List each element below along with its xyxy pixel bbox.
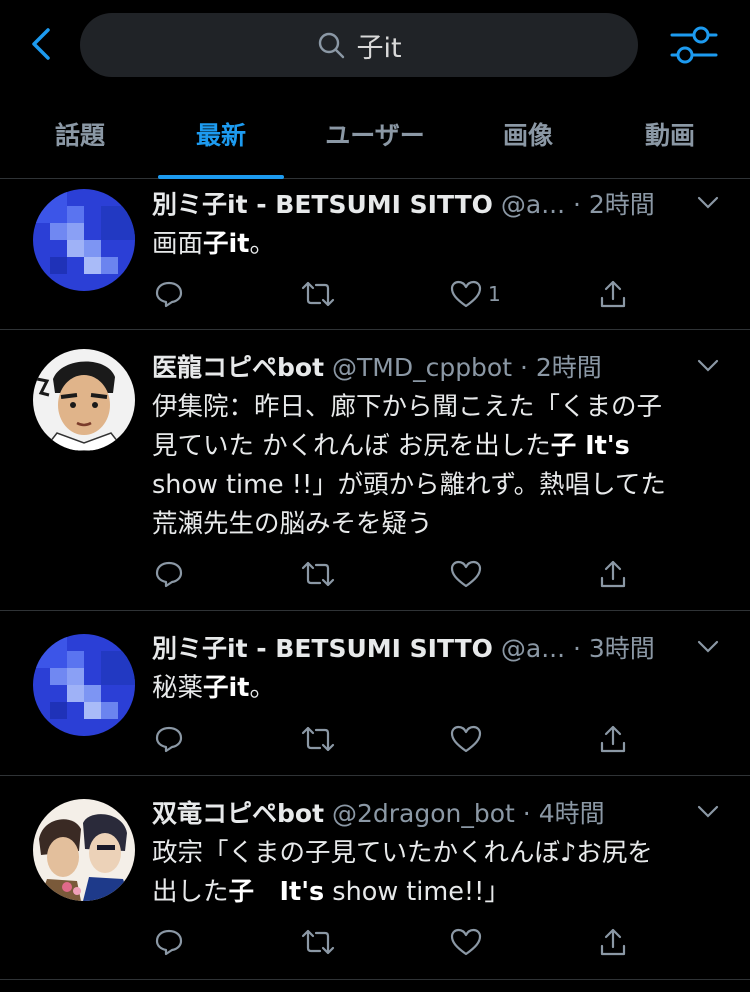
share-icon bbox=[600, 928, 626, 956]
heart-icon bbox=[450, 560, 482, 588]
retweet-button[interactable] bbox=[300, 922, 336, 962]
like-button[interactable] bbox=[450, 922, 482, 962]
user-handle: @a... bbox=[500, 190, 566, 219]
tweet-header: 医龍コピペbot @TMD_cppbot · 2時間 bbox=[152, 348, 712, 388]
pixelated-avatar-image bbox=[33, 189, 135, 291]
pixelated-avatar-image bbox=[33, 634, 135, 736]
reply-icon bbox=[155, 726, 183, 753]
timestamp: · 4時間 bbox=[522, 799, 605, 828]
display-name[interactable]: 別ミ子it - BETSUMI SITTO bbox=[152, 190, 493, 219]
timestamp: · 3時間 bbox=[573, 634, 655, 663]
avatar[interactable] bbox=[33, 349, 135, 451]
tweet-actions bbox=[150, 922, 650, 962]
chevron-down-icon[interactable] bbox=[696, 358, 720, 374]
character-avatar-image bbox=[33, 349, 135, 451]
tweet-text: 政宗「くまの子見ていたかくれんぼ♪お尻を 出した子 It's show time… bbox=[152, 838, 653, 907]
retweet-icon bbox=[301, 281, 335, 307]
timestamp: · 2時間 bbox=[573, 190, 655, 219]
like-button[interactable]: 1 bbox=[450, 274, 501, 314]
reply-button[interactable] bbox=[154, 719, 184, 759]
reply-button[interactable] bbox=[154, 922, 184, 962]
share-button[interactable] bbox=[598, 554, 628, 594]
tweet-item[interactable]: 双竜コピペbot @2dragon_bot · 4時間 政宗「くまの子見ていたか… bbox=[0, 776, 750, 980]
timestamp: · 2時間 bbox=[519, 353, 602, 382]
retweet-button[interactable] bbox=[300, 719, 336, 759]
avatar[interactable] bbox=[33, 799, 135, 901]
share-icon bbox=[600, 280, 626, 308]
avatar[interactable] bbox=[33, 189, 135, 291]
active-tab-indicator bbox=[158, 175, 284, 179]
tweet-actions bbox=[150, 719, 650, 759]
tab-latest[interactable]: 最新 bbox=[158, 100, 284, 179]
tweet-item[interactable]: 医龍コピペbot @TMD_cppbot · 2時間 伊集院：昨日、廊下から聞こ… bbox=[0, 330, 750, 611]
display-name[interactable]: 医龍コピペbot bbox=[152, 353, 324, 382]
heart-icon bbox=[450, 725, 482, 753]
tab-people[interactable]: ユーザー bbox=[300, 100, 450, 178]
display-name[interactable]: 双竜コピペbot bbox=[152, 799, 324, 828]
tweet-text: 秘薬子it。 bbox=[152, 673, 275, 703]
tweet-actions: 1 bbox=[150, 274, 650, 314]
tweet-header: 別ミ子it - BETSUMI SITTO @a... · 3時間 bbox=[152, 629, 712, 669]
share-button[interactable] bbox=[598, 274, 628, 314]
user-handle: @TMD_cppbot bbox=[331, 353, 513, 382]
tweet-text: 画面子it。 bbox=[152, 229, 275, 259]
tweet-header: 別ミ子it - BETSUMI SITTO @a... · 2時間 bbox=[152, 185, 712, 225]
tweet-text: 伊集院：昨日、廊下から聞こえた「くまの子 見ていた かくれんぼ お尻を出した子 … bbox=[152, 392, 666, 539]
reply-icon bbox=[155, 561, 183, 588]
like-count: 1 bbox=[488, 282, 501, 306]
chevron-down-icon[interactable] bbox=[696, 195, 720, 211]
reply-button[interactable] bbox=[154, 274, 184, 314]
share-icon bbox=[600, 560, 626, 588]
tweet-actions bbox=[150, 554, 650, 594]
character-avatar-image bbox=[33, 799, 135, 901]
chevron-down-icon[interactable] bbox=[696, 804, 720, 820]
display-name[interactable]: 別ミ子it - BETSUMI SITTO bbox=[152, 634, 493, 663]
retweet-button[interactable] bbox=[300, 274, 336, 314]
tweet-item[interactable]: 別ミ子it - BETSUMI SITTO @a... · 3時間 秘薬子it。 bbox=[0, 611, 750, 776]
avatar[interactable] bbox=[33, 634, 135, 736]
search-query: 子it bbox=[356, 32, 402, 64]
reply-icon bbox=[155, 929, 183, 956]
tab-topics[interactable]: 話題 bbox=[10, 100, 150, 178]
like-button[interactable] bbox=[450, 719, 482, 759]
share-icon bbox=[600, 725, 626, 753]
share-button[interactable] bbox=[598, 922, 628, 962]
share-button[interactable] bbox=[598, 719, 628, 759]
sliders-icon[interactable] bbox=[668, 22, 720, 68]
user-handle: @2dragon_bot bbox=[331, 799, 515, 828]
retweet-icon bbox=[301, 561, 335, 587]
tweet-item[interactable]: 別ミ子it - BETSUMI SITTO @a... · 2時間 画面子it。… bbox=[0, 183, 750, 330]
search-tabs: 話題 最新 ユーザー 画像 動画 bbox=[0, 100, 750, 179]
search-input[interactable]: 子it bbox=[80, 13, 638, 77]
retweet-icon bbox=[301, 726, 335, 752]
heart-icon bbox=[450, 280, 482, 308]
chevron-down-icon[interactable] bbox=[696, 639, 720, 655]
tweet-header: 双竜コピペbot @2dragon_bot · 4時間 bbox=[152, 794, 712, 834]
retweet-icon bbox=[301, 929, 335, 955]
reply-button[interactable] bbox=[154, 554, 184, 594]
search-icon bbox=[319, 32, 345, 59]
tab-photos[interactable]: 画像 bbox=[470, 100, 586, 178]
top-bar: 子it bbox=[0, 0, 750, 90]
reply-icon bbox=[155, 281, 183, 308]
back-chevron-left-icon[interactable] bbox=[22, 24, 62, 64]
tab-videos[interactable]: 動画 bbox=[612, 100, 728, 178]
like-button[interactable] bbox=[450, 554, 482, 594]
heart-icon bbox=[450, 928, 482, 956]
retweet-button[interactable] bbox=[300, 554, 336, 594]
user-handle: @a... bbox=[500, 634, 566, 663]
